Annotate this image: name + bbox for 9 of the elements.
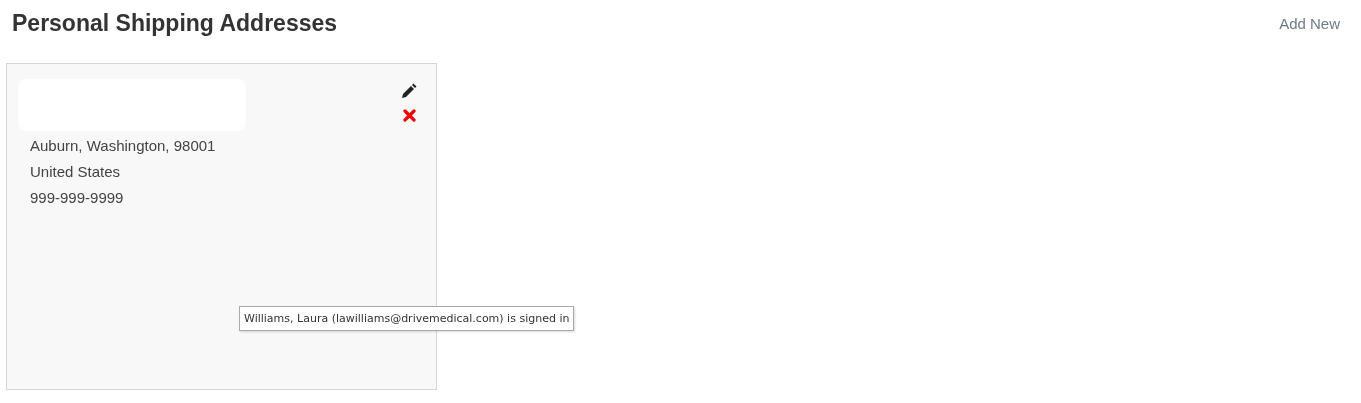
signed-in-tooltip: Williams, Laura (lawilliams@drivemedical.com) is signed in	[239, 306, 575, 331]
address-line: United States	[29, 162, 122, 182]
close-icon	[402, 108, 416, 122]
edit-button[interactable]	[400, 82, 418, 100]
page-title: Personal Shipping Addresses	[12, 9, 338, 37]
pencil-icon	[401, 83, 417, 99]
address-line: Auburn, Washington, 98001	[29, 136, 217, 156]
add-new-link[interactable]: Add New	[1279, 14, 1340, 32]
address-line: 999-999-9999	[29, 188, 125, 208]
